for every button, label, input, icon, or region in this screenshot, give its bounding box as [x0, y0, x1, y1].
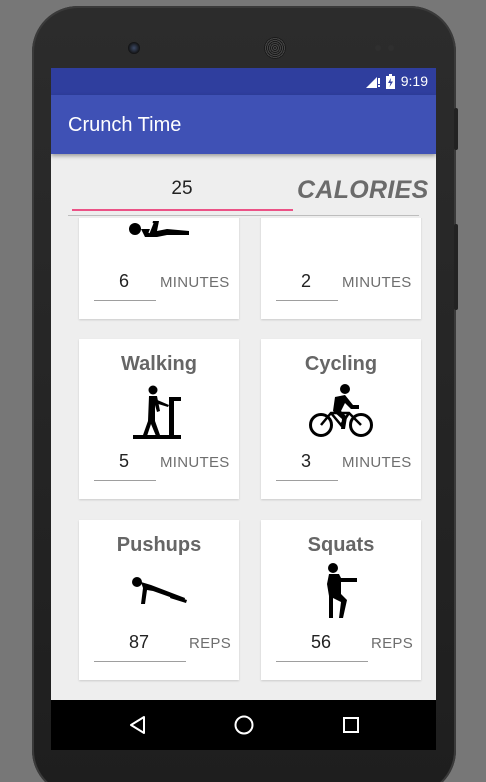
- calories-input[interactable]: 25: [72, 178, 292, 200]
- navigation-bar: [51, 700, 436, 750]
- exercise-unit-label: REPS: [371, 635, 414, 652]
- exercise-card-pushups[interactable]: Pushups 87 REPS: [79, 520, 239, 680]
- status-time: 9:19: [400, 73, 428, 89]
- home-icon[interactable]: [232, 713, 256, 737]
- cycling-icon: [309, 384, 373, 437]
- front-camera: [128, 42, 140, 54]
- input-underline: [94, 300, 156, 301]
- squats-icon: [327, 563, 357, 618]
- back-icon[interactable]: [126, 713, 150, 737]
- battery-icon: [385, 73, 395, 89]
- exercise-value-input[interactable]: 6: [93, 271, 155, 292]
- exercise-title: Walking: [121, 353, 197, 375]
- recents-icon[interactable]: [339, 713, 363, 737]
- exercise-value-input[interactable]: 87: [93, 632, 185, 653]
- exercise-card-squats[interactable]: Squats 56 REPS: [261, 520, 421, 680]
- volume-rocker: [454, 224, 458, 310]
- exercise-title: Cycling: [304, 353, 378, 375]
- status-bar: 9:19: [51, 68, 436, 95]
- earpiece-speaker: [264, 37, 286, 59]
- input-underline: [276, 661, 368, 662]
- signal-icon: [365, 77, 380, 88]
- exercise-title: Squats: [307, 534, 375, 556]
- main-content: 25 CALORIES 6 MINUTES 2 MINUTES Walking …: [51, 154, 436, 700]
- exercise-unit-label: MINUTES: [160, 274, 230, 291]
- power-button: [454, 108, 458, 150]
- exercise-card-cycling[interactable]: Cycling 3 MINUTES: [261, 339, 421, 499]
- exercise-unit-label: MINUTES: [342, 274, 412, 291]
- light-sensor: [388, 45, 394, 51]
- input-underline: [276, 480, 338, 481]
- exercise-unit-label: REPS: [189, 635, 232, 652]
- exercise-unit-label: MINUTES: [342, 454, 412, 471]
- exercise-value-input[interactable]: 2: [275, 271, 337, 292]
- divider: [68, 215, 419, 216]
- calories-input-underline: [72, 209, 293, 211]
- app-bar: Crunch Time: [51, 95, 436, 154]
- proximity-sensor: [375, 45, 381, 51]
- exercise-value-input[interactable]: 3: [275, 451, 337, 472]
- exercise-title: Pushups: [116, 534, 202, 556]
- situps-icon: [129, 221, 189, 237]
- calories-label: CALORIES: [297, 176, 429, 204]
- calories-row: 25 CALORIES: [51, 154, 436, 218]
- device-screen: 9:19 Crunch Time 25 CALORIES 6 MINUTES 2…: [51, 68, 436, 750]
- input-underline: [94, 661, 186, 662]
- app-title: Crunch Time: [68, 114, 182, 136]
- pushups-icon: [132, 577, 187, 604]
- input-underline: [94, 480, 156, 481]
- exercise-card-walking[interactable]: Walking 5 MINUTES: [79, 339, 239, 499]
- input-underline: [276, 300, 338, 301]
- exercise-value-input[interactable]: 56: [275, 632, 367, 653]
- exercise-value-input[interactable]: 5: [93, 451, 155, 472]
- exercise-unit-label: MINUTES: [160, 454, 230, 471]
- treadmill-walking-icon: [133, 385, 181, 439]
